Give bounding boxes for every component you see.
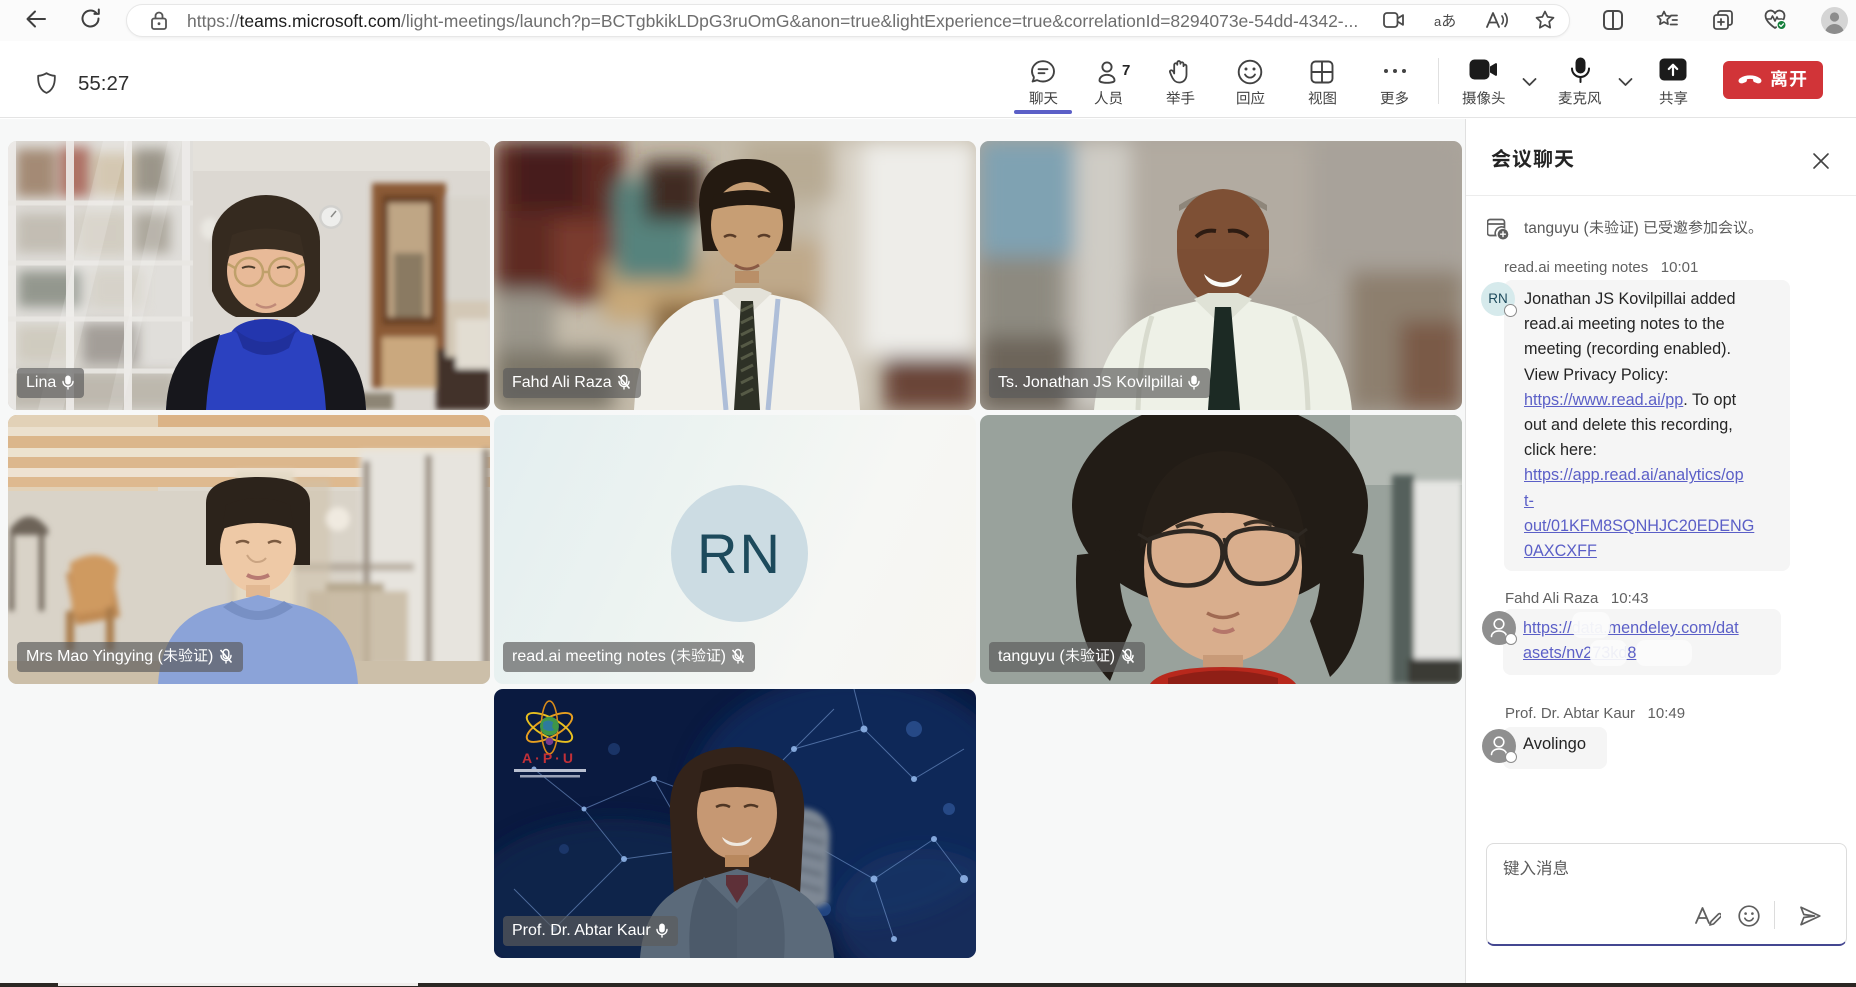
svg-text:A·P·U: A·P·U: [522, 750, 576, 766]
